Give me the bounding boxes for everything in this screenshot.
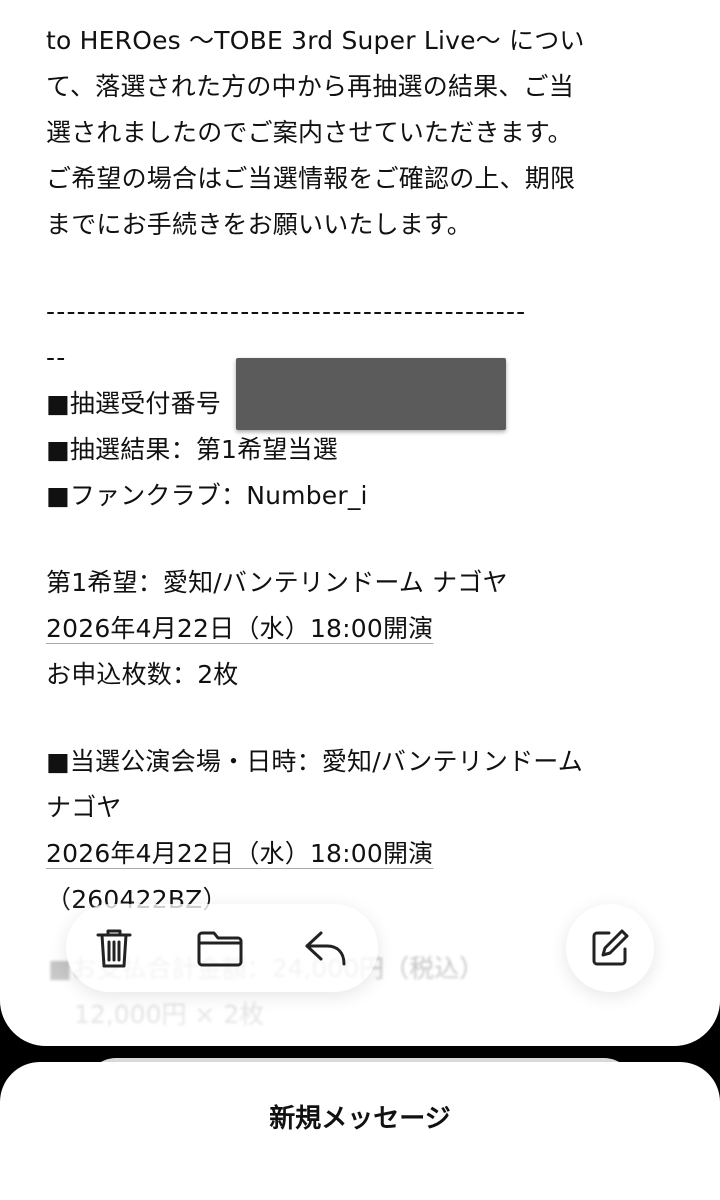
move-folder-button[interactable] <box>192 920 248 976</box>
mail-toolbar <box>66 904 378 992</box>
first-choice-date-link[interactable]: 2026年4月22日（水）18:00開演 <box>46 614 433 643</box>
price-detail-line: 12,000円 × 2枚 <box>74 1000 265 1029</box>
new-message-title: 新規メッセージ <box>269 1104 451 1134</box>
intro-line-3: 選されましたのでご案内させていただきます。 <box>46 118 573 147</box>
compose-icon <box>592 929 629 966</box>
compose-button[interactable] <box>566 904 654 992</box>
mail-body: to HEROes 〜TOBE 3rd Super Live〜 につい て、落選… <box>46 18 686 923</box>
new-message-sheet[interactable]: 新規メッセージ <box>0 1062 720 1200</box>
intro-line-4: ご希望の場合はご当選情報をご確認の上、期限 <box>46 164 576 193</box>
intro-line-5: までにお手続きをお願いいたします。 <box>46 210 472 239</box>
redaction-box <box>236 358 506 430</box>
reply-icon <box>305 931 346 966</box>
divider-line: ----------------------------------------… <box>46 297 527 326</box>
lottery-result: ■抽選結果：第1希望当選 <box>46 435 338 464</box>
ticket-count: お申込枚数：2枚 <box>46 660 239 689</box>
fanclub-info: ■ファンクラブ：Number_i <box>46 481 368 510</box>
first-choice-venue: 第1希望：愛知/バンテリンドーム ナゴヤ <box>46 568 508 597</box>
reply-button[interactable] <box>298 920 354 976</box>
winning-venue-line-2: ナゴヤ <box>46 793 122 822</box>
intro-line-2: て、落選された方の中から再抽選の結果、ご当 <box>46 72 574 101</box>
trash-button[interactable] <box>86 920 142 976</box>
intro-line-1: to HEROes 〜TOBE 3rd Super Live〜 につい <box>46 26 585 55</box>
winning-venue-line: ■当選公演会場・日時：愛知/バンテリンドーム <box>46 747 583 776</box>
folder-icon <box>197 931 243 967</box>
winning-date-link[interactable]: 2026年4月22日（水）18:00開演 <box>46 839 433 868</box>
trash-icon <box>96 929 132 968</box>
mail-screen: to HEROes 〜TOBE 3rd Super Live〜 につい て、落選… <box>0 0 720 1200</box>
mail-detail-sheet: to HEROes 〜TOBE 3rd Super Live〜 につい て、落選… <box>0 0 720 1046</box>
